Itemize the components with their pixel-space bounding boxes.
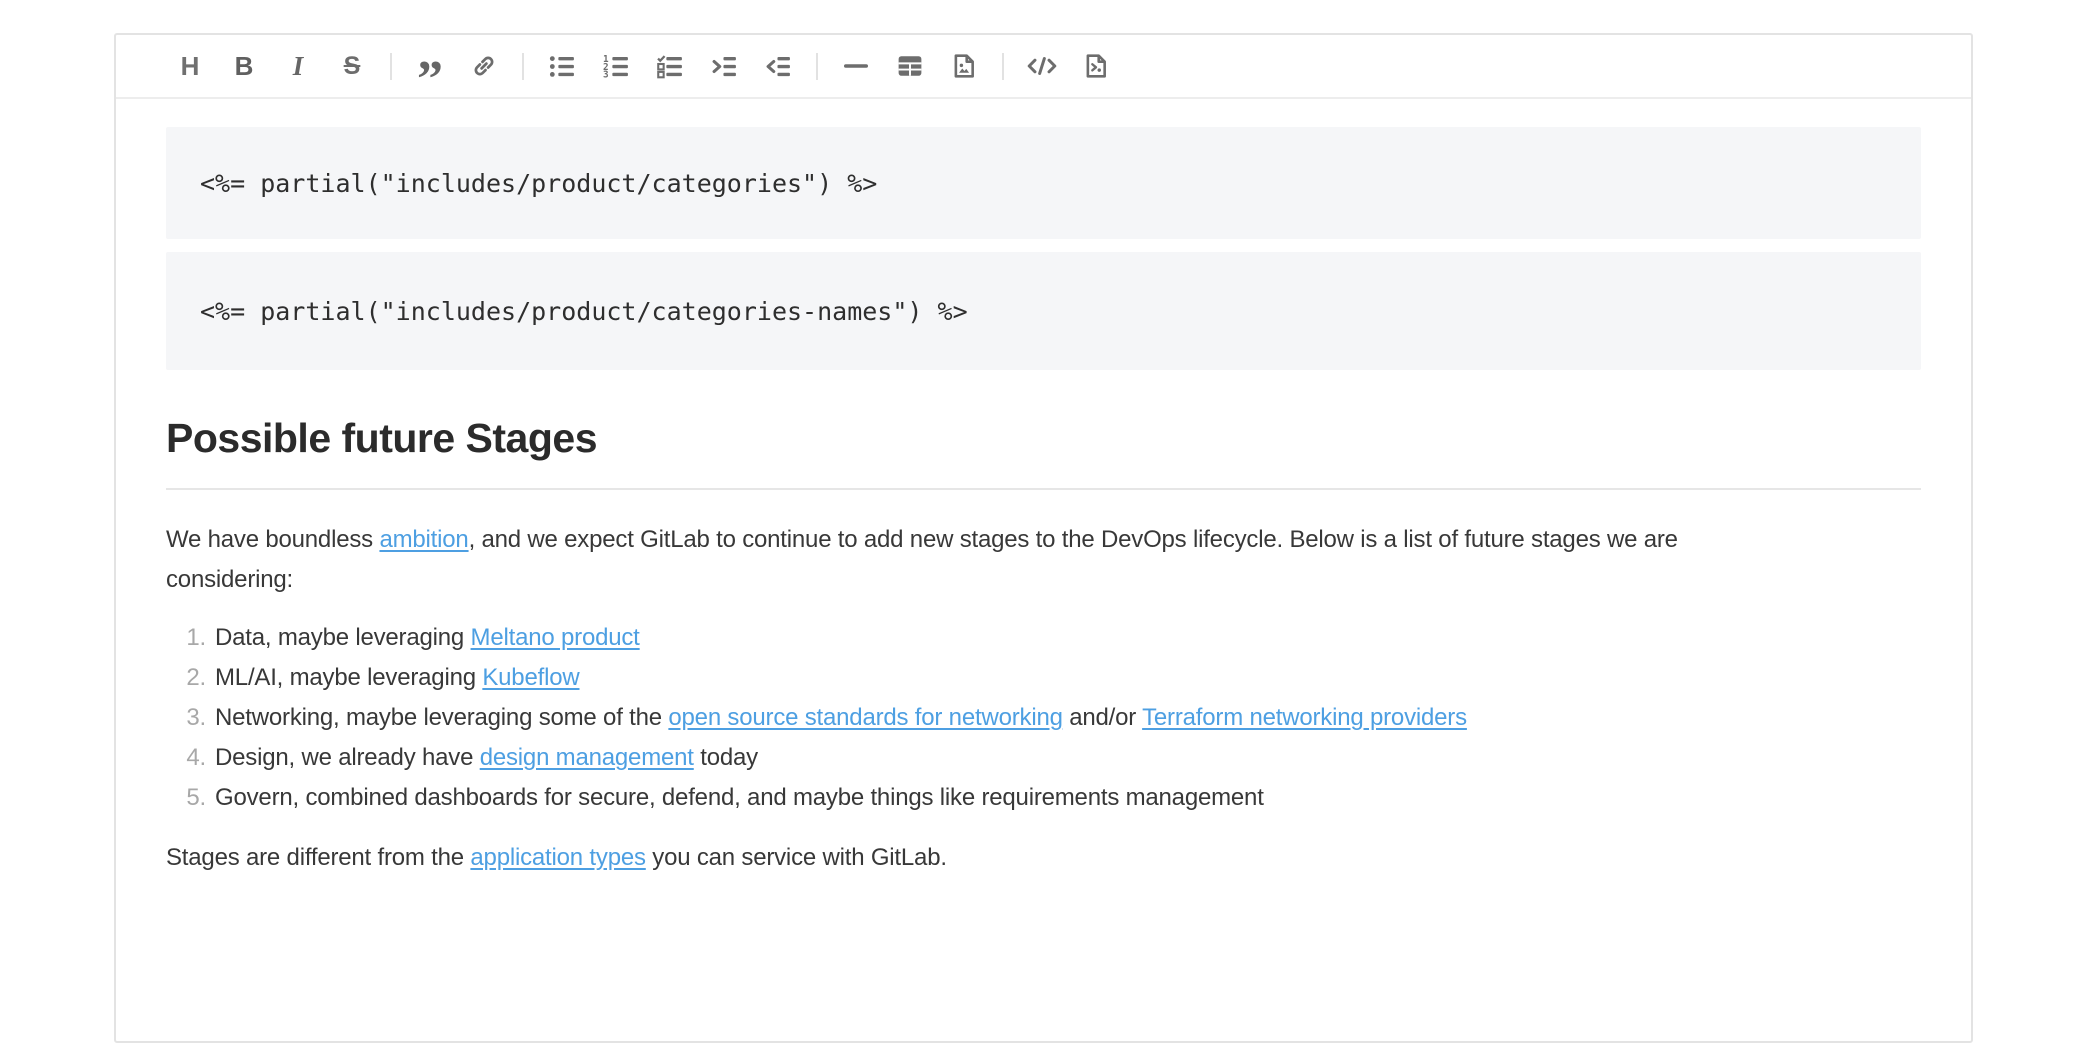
outdent-button[interactable] <box>758 46 798 86</box>
link-open-source-standards[interactable]: open source standards for networking <box>668 704 1062 731</box>
toolbar-divider <box>390 53 392 80</box>
task-list-icon <box>657 54 684 79</box>
intro-paragraph[interactable]: We have boundless ambition, and we expec… <box>166 520 1921 600</box>
list-item[interactable]: 2. ML/AI, maybe leveraging Kubeflow <box>166 658 1921 698</box>
link-meltano-product[interactable]: Meltano product <box>471 624 640 651</box>
list-item[interactable]: 5. Govern, combined dashboards for secur… <box>166 778 1921 818</box>
list-item-text: Govern, combined dashboards for secure, … <box>215 778 1264 818</box>
outro-text-post: you can service with GitLab. <box>646 844 947 871</box>
table-icon <box>897 53 923 79</box>
list-marker: 5. <box>166 778 206 818</box>
item-text: and/or <box>1063 704 1142 731</box>
editor-content[interactable]: <%= partial("includes/product/categories… <box>116 99 1971 878</box>
code-button[interactable] <box>1022 46 1062 86</box>
link-button[interactable] <box>464 46 504 86</box>
link-terraform-networking-providers[interactable]: Terraform networking providers <box>1142 704 1467 731</box>
code-icon <box>1026 53 1058 79</box>
list-item-text: Design, we already have design managemen… <box>215 738 758 778</box>
outdent-icon <box>765 54 792 79</box>
item-text: Networking, maybe leveraging some of the <box>215 704 668 731</box>
item-text: Data, maybe leveraging <box>215 624 471 651</box>
intro-text-line2: considering: <box>166 566 293 593</box>
ordered-list-button[interactable]: 1 2 3 <box>596 46 636 86</box>
link-design-management[interactable]: design management <box>480 744 694 771</box>
outro-text-pre: Stages are different from the <box>166 844 470 871</box>
intro-text-pre: We have boundless <box>166 526 379 553</box>
list-item[interactable]: 1. Data, maybe leveraging Meltano produc… <box>166 618 1921 658</box>
image-button[interactable] <box>944 46 984 86</box>
list-marker: 2. <box>166 658 206 698</box>
code-block-categories-names[interactable]: <%= partial("includes/product/categories… <box>166 252 1921 370</box>
italic-icon: I <box>293 51 304 82</box>
list-item-text: ML/AI, maybe leveraging Kubeflow <box>215 658 579 698</box>
page-heading: Possible future Stages <box>166 414 1921 490</box>
svg-text:3: 3 <box>603 69 609 78</box>
image-icon <box>951 53 977 79</box>
item-text: Design, we already have <box>215 744 480 771</box>
code-block-categories[interactable]: <%= partial("includes/product/categories… <box>166 127 1921 239</box>
future-stages-list: 1. Data, maybe leveraging Meltano produc… <box>166 618 1921 818</box>
markdown-editor: H B I S ” <box>114 33 1973 1043</box>
link-icon <box>471 53 497 79</box>
bullet-list-button[interactable] <box>542 46 582 86</box>
task-list-button[interactable] <box>650 46 690 86</box>
bold-button[interactable]: B <box>224 46 264 86</box>
code-text: <%= partial("includes/product/categories… <box>200 297 968 326</box>
horizontal-rule-button[interactable] <box>836 46 876 86</box>
item-text: Govern, combined dashboards for secure, … <box>215 784 1264 811</box>
toolbar-divider <box>816 53 818 80</box>
link-ambition[interactable]: ambition <box>379 526 468 553</box>
toolbar-divider <box>522 53 524 80</box>
link-kubeflow[interactable]: Kubeflow <box>482 664 579 691</box>
list-marker: 1. <box>166 618 206 658</box>
table-button[interactable] <box>890 46 930 86</box>
item-text: ML/AI, maybe leveraging <box>215 664 482 691</box>
strikethrough-icon: S <box>344 52 361 81</box>
list-item-text: Data, maybe leveraging Meltano product <box>215 618 640 658</box>
list-item-text: Networking, maybe leveraging some of the… <box>215 698 1467 738</box>
outro-paragraph[interactable]: Stages are different from the applicatio… <box>166 838 1921 878</box>
code-text: <%= partial("includes/product/categories… <box>200 169 877 198</box>
ordered-list-icon: 1 2 3 <box>603 54 630 79</box>
link-application-types[interactable]: application types <box>470 844 645 871</box>
code-block-icon <box>1083 53 1109 79</box>
heading-button[interactable]: H <box>170 46 210 86</box>
code-block-button[interactable] <box>1076 46 1116 86</box>
list-item[interactable]: 4. Design, we already have design manage… <box>166 738 1921 778</box>
list-marker: 4. <box>166 738 206 778</box>
indent-icon <box>711 54 738 79</box>
blockquote-button[interactable]: ” <box>410 46 450 86</box>
italic-button[interactable]: I <box>278 46 318 86</box>
indent-button[interactable] <box>704 46 744 86</box>
strikethrough-button[interactable]: S <box>332 46 372 86</box>
list-item[interactable]: 3. Networking, maybe leveraging some of … <box>166 698 1921 738</box>
bullet-list-icon <box>549 54 576 79</box>
list-marker: 3. <box>166 698 206 738</box>
toolbar-divider <box>1002 53 1004 80</box>
heading-icon: H <box>181 51 200 82</box>
bold-icon: B <box>235 51 254 82</box>
item-text: today <box>694 744 758 771</box>
horizontal-rule-icon <box>843 62 869 70</box>
formatting-toolbar: H B I S ” <box>116 35 1971 99</box>
intro-text-post: , and we expect GitLab to continue to ad… <box>469 526 1678 553</box>
